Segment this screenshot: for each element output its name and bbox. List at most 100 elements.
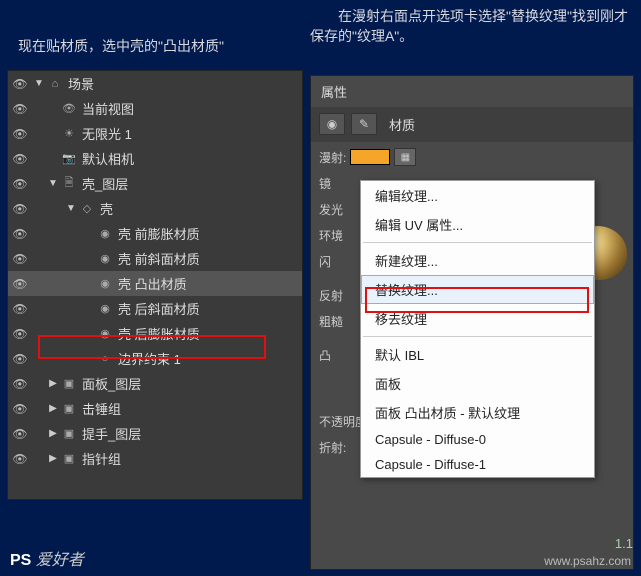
tree-item[interactable]: 👁▶▣面板_图层 <box>8 371 302 396</box>
instruction-left: 现在贴材质，选中壳的"凸出材质" <box>18 36 224 56</box>
visibility-toggle[interactable]: 👁 <box>8 352 32 366</box>
menu-item[interactable]: 移去纹理 <box>361 304 594 333</box>
menu-item[interactable]: 面板 <box>361 369 594 398</box>
visibility-toggle[interactable]: 👁 <box>8 177 32 191</box>
refraction-value: 1.1 <box>615 536 633 551</box>
tree-item[interactable]: 👁◉壳 后斜面材质 <box>8 296 302 321</box>
tree-item[interactable]: 👁 ▶▣提手_图层 <box>8 421 302 446</box>
watermark-url: www.psahz.com <box>544 554 631 568</box>
tree-item-label: 提手_图层 <box>78 424 141 443</box>
expand-icon[interactable]: ▶ <box>46 403 60 414</box>
tree-item[interactable]: 👁 ▶▣指针组 <box>8 446 302 471</box>
prop-label: 镜 <box>319 175 331 192</box>
tree-scene-root[interactable]: 👁 ▼ ⌂ 场景 <box>8 71 302 96</box>
tree-item[interactable]: 👁 ◉壳 前斜面材质 <box>8 246 302 271</box>
menu-item[interactable]: 编辑纹理... <box>361 181 594 210</box>
tree-item-label: 当前视图 <box>78 99 134 118</box>
scene-tree-panel: 👁 ▼ ⌂ 场景 👁👁当前视图👁☀无限光 1👁📷默认相机👁▼🗎壳_图层👁▼◇壳👁… <box>7 70 303 500</box>
tree-item[interactable]: 👁 ▼◇壳 <box>8 196 302 221</box>
tree-item[interactable]: 👁 ▼🗎壳_图层 <box>8 171 302 196</box>
expand-icon[interactable]: ▼ <box>32 78 46 89</box>
menu-item[interactable]: 默认 IBL <box>361 340 594 369</box>
tree-item-label: 击锤组 <box>78 399 121 418</box>
prop-label: 发光 <box>319 201 343 218</box>
visibility-toggle[interactable]: 👁 <box>8 127 32 141</box>
item-type-icon: ☀ <box>60 127 78 140</box>
visibility-toggle[interactable]: 👁 <box>8 252 32 266</box>
tree-item-label: 壳 后膨胀材质 <box>114 324 200 343</box>
visibility-toggle[interactable]: 👁 <box>8 152 32 166</box>
item-type-icon: ◉ <box>96 302 114 315</box>
visibility-toggle[interactable]: 👁 <box>8 302 32 316</box>
prop-label: 环境 <box>319 227 343 244</box>
visibility-toggle[interactable]: 👁 <box>8 227 32 241</box>
tree-item-label: 壳 前膨胀材质 <box>114 224 200 243</box>
prop-label: 反射 <box>319 287 343 304</box>
menu-separator <box>363 336 592 337</box>
item-type-icon: ▣ <box>60 377 78 390</box>
item-type-icon: 🗎 <box>60 174 78 193</box>
tree-item[interactable]: 👁 ◉壳 凸出材质 <box>8 271 302 296</box>
panel-title: 属性 <box>311 76 633 107</box>
texture-dropdown-menu: 编辑纹理...编辑 UV 属性... 新建纹理...替换纹理...移去纹理默认 I… <box>360 180 595 478</box>
tab-brush-icon[interactable]: ✎ <box>351 113 377 135</box>
expand-icon[interactable]: ▶ <box>46 453 60 464</box>
item-type-icon: ▣ <box>60 452 78 465</box>
tree-item-label: 默认相机 <box>78 149 134 168</box>
item-type-icon: ○ <box>96 353 114 365</box>
item-type-icon: 👁 <box>60 102 78 115</box>
visibility-toggle[interactable]: 👁 <box>8 202 32 216</box>
visibility-toggle[interactable]: 👁 <box>8 277 32 291</box>
tab-mesh-icon[interactable]: ◉ <box>319 113 345 135</box>
menu-item[interactable]: 替换纹理... <box>361 275 594 304</box>
scene-icon: ⌂ <box>46 78 64 90</box>
menu-item[interactable]: Capsule - Diffuse-0 <box>361 427 594 452</box>
visibility-toggle[interactable]: 👁 <box>8 77 32 91</box>
prop-label: 折射: <box>319 439 346 456</box>
watermark-logo: PS 爱好者 <box>10 546 84 570</box>
prop-label: 闪 <box>319 253 331 270</box>
tree-item-label: 壳 <box>96 199 113 218</box>
tree-item-label: 壳 凸出材质 <box>114 274 187 293</box>
menu-item[interactable]: Capsule - Diffuse-1 <box>361 452 594 477</box>
prop-label: 粗糙 <box>319 313 343 330</box>
tree-item-label: 边界约束 1 <box>114 349 181 368</box>
prop-diffuse: 漫射: ▦ <box>311 144 633 170</box>
tree-item[interactable]: 👁👁当前视图 <box>8 96 302 121</box>
diffuse-texture-button[interactable]: ▦ <box>394 148 416 166</box>
item-type-icon: ▣ <box>60 402 78 415</box>
item-type-icon: ▣ <box>60 427 78 440</box>
tree-item[interactable]: 👁 ▶▣击锤组 <box>8 396 302 421</box>
diffuse-color-swatch[interactable] <box>350 149 390 165</box>
item-type-icon: 📷 <box>60 152 78 165</box>
tree-item-label: 无限光 1 <box>78 124 132 143</box>
menu-item[interactable]: 面板 凸出材质 - 默认纹理 <box>361 398 594 427</box>
expand-icon[interactable]: ▼ <box>64 203 78 214</box>
visibility-toggle[interactable]: 👁 <box>8 377 32 391</box>
item-type-icon: ◇ <box>78 202 96 215</box>
panel-tabs: ◉ ✎ 材质 <box>311 107 633 142</box>
expand-icon[interactable]: ▶ <box>46 428 60 439</box>
visibility-toggle[interactable]: 👁 <box>8 402 32 416</box>
expand-icon[interactable]: ▼ <box>46 178 60 189</box>
visibility-toggle[interactable]: 👁 <box>8 427 32 441</box>
item-type-icon: ◉ <box>96 252 114 265</box>
item-type-icon: ◉ <box>96 227 114 240</box>
tree-item[interactable]: 👁 ○边界约束 1 <box>8 346 302 371</box>
menu-item[interactable]: 编辑 UV 属性... <box>361 210 594 239</box>
tree-label: 场景 <box>64 74 94 93</box>
tree-item-label: 指针组 <box>78 449 121 468</box>
expand-icon[interactable]: ▶ <box>46 378 60 389</box>
tree-item[interactable]: 👁 ☀无限光 1 <box>8 121 302 146</box>
tree-item[interactable]: 👁 📷默认相机 <box>8 146 302 171</box>
visibility-toggle[interactable]: 👁 <box>8 452 32 466</box>
menu-item[interactable]: 新建纹理... <box>361 246 594 275</box>
tree-item[interactable]: 👁◉壳 后膨胀材质 <box>8 321 302 346</box>
visibility-toggle[interactable]: 👁 <box>8 102 32 116</box>
tree-item-label: 壳_图层 <box>78 174 128 193</box>
tree-item-label: 壳 前斜面材质 <box>114 249 200 268</box>
instruction-right: 在漫射右面点开选项卡选择"替换纹理"找到刚才保存的"纹理A"。 <box>310 6 641 46</box>
visibility-toggle[interactable]: 👁 <box>8 327 32 341</box>
item-type-icon: ◉ <box>96 277 114 290</box>
tree-item[interactable]: 👁 ◉壳 前膨胀材质 <box>8 221 302 246</box>
